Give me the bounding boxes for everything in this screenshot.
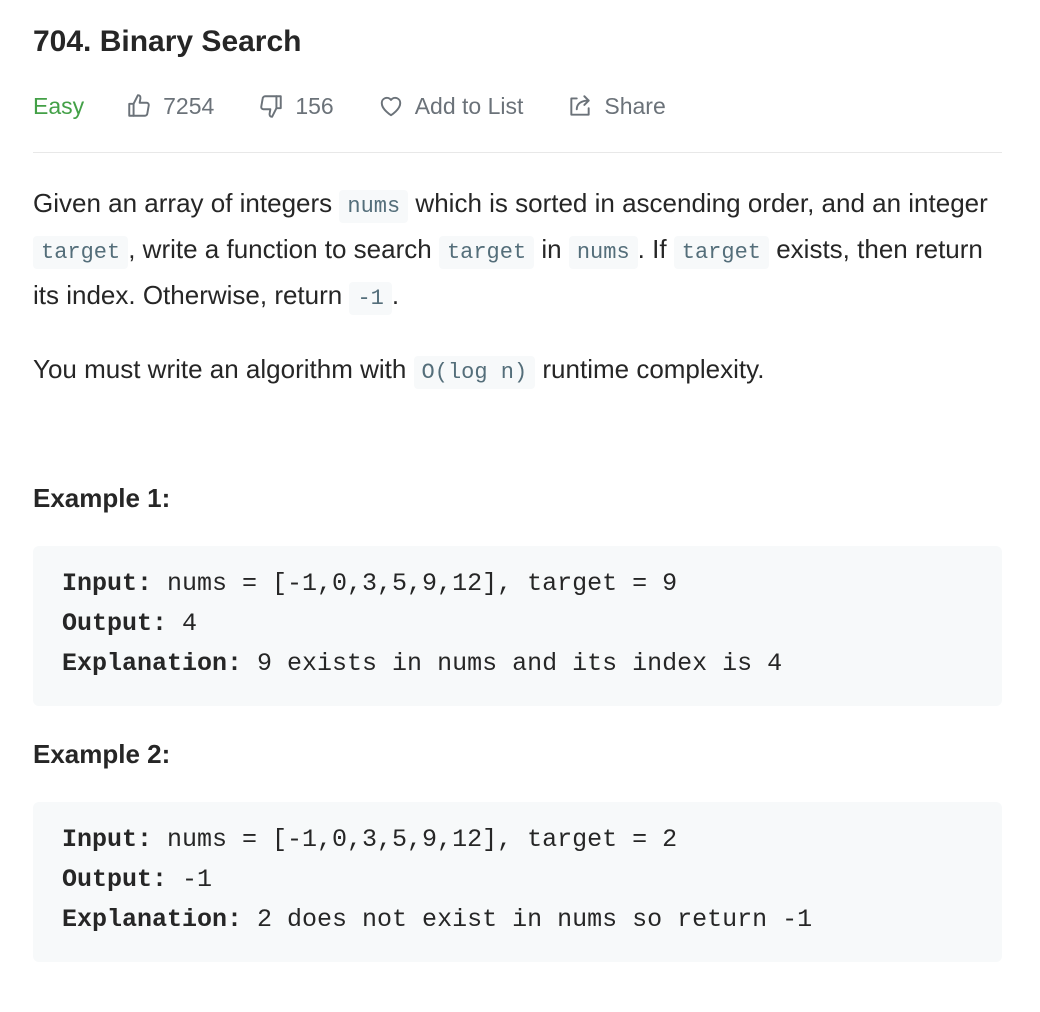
dislike-button[interactable]: 156 <box>258 92 334 120</box>
dislike-count: 156 <box>295 92 334 119</box>
explanation-label: Explanation: <box>62 905 243 934</box>
description-text: , write a function to search <box>128 234 439 264</box>
explanation-value: 2 does not exist in nums so return -1 <box>242 905 813 934</box>
share-label: Share <box>604 92 666 119</box>
difficulty-badge: Easy <box>33 92 85 119</box>
example-1-explanation-line: Explanation: 9 exists in nums and its in… <box>62 644 1002 684</box>
share-button[interactable]: Share <box>567 92 666 120</box>
example-2-explanation-line: Explanation: 2 does not exist in nums so… <box>62 900 1002 940</box>
example-2-input-line: Input: nums = [-1,0,3,5,9,12], target = … <box>62 820 1002 860</box>
example-2-code-block: Input: nums = [-1,0,3,5,9,12], target = … <box>33 802 1002 962</box>
example-1-output-line: Output: 4 <box>62 604 1002 644</box>
inline-code-target: target <box>33 236 129 269</box>
description-text: Given an array of integers <box>33 188 340 218</box>
example-2-title: Example 2: <box>33 739 171 769</box>
description-paragraph-1: Given an array of integers nums which is… <box>33 182 1008 320</box>
description-paragraph-2: You must write an algorithm with O(log n… <box>33 348 1008 394</box>
example-1-title: Example 1: <box>33 483 171 513</box>
inline-code-minus-one: -1 <box>349 282 392 315</box>
description-text: which is sorted in ascending order, and … <box>408 188 988 218</box>
inline-code-nums: nums <box>568 236 638 269</box>
inline-code-nums: nums <box>339 190 409 223</box>
problem-page: 704. Binary Search Easy 7254 156 Add to … <box>0 0 1040 1012</box>
description-text: in <box>534 234 569 264</box>
output-value: 4 <box>167 609 198 638</box>
example-1-code-block: Input: nums = [-1,0,3,5,9,12], target = … <box>33 546 1002 706</box>
problem-meta-bar: Easy 7254 156 Add to List Share <box>33 86 710 126</box>
output-label: Output: <box>62 865 168 894</box>
thumbs-down-icon <box>260 95 283 118</box>
output-label: Output: <box>62 609 168 638</box>
example-2-output-line: Output: -1 <box>62 860 1002 900</box>
example-1-input-line: Input: nums = [-1,0,3,5,9,12], target = … <box>62 564 1002 604</box>
description-text: runtime complexity. <box>535 354 765 384</box>
add-to-list-label: Add to List <box>414 92 524 119</box>
input-label: Input: <box>62 825 153 854</box>
input-value: nums = [-1,0,3,5,9,12], target = 2 <box>152 825 678 854</box>
output-value: -1 <box>167 865 213 894</box>
explanation-value: 9 exists in nums and its index is 4 <box>242 649 783 678</box>
heart-icon <box>380 96 401 117</box>
description-text: . If <box>637 234 674 264</box>
header-divider <box>33 152 1002 153</box>
problem-title: 704. Binary Search <box>33 25 302 58</box>
add-to-list-button[interactable]: Add to List <box>378 92 524 120</box>
inline-code-target: target <box>673 236 769 269</box>
description-text: You must write an algorithm with <box>33 354 414 384</box>
input-label: Input: <box>62 569 153 598</box>
like-count: 7254 <box>163 92 215 119</box>
explanation-label: Explanation: <box>62 649 243 678</box>
inline-code-complexity: O(log n) <box>413 356 536 389</box>
description-text: . <box>391 280 400 310</box>
input-value: nums = [-1,0,3,5,9,12], target = 9 <box>152 569 678 598</box>
thumbs-up-icon <box>128 94 150 117</box>
inline-code-target: target <box>438 236 535 269</box>
problem-description: Given an array of integers nums which is… <box>33 182 1008 394</box>
share-icon <box>570 95 591 116</box>
like-button[interactable]: 7254 <box>126 93 214 120</box>
